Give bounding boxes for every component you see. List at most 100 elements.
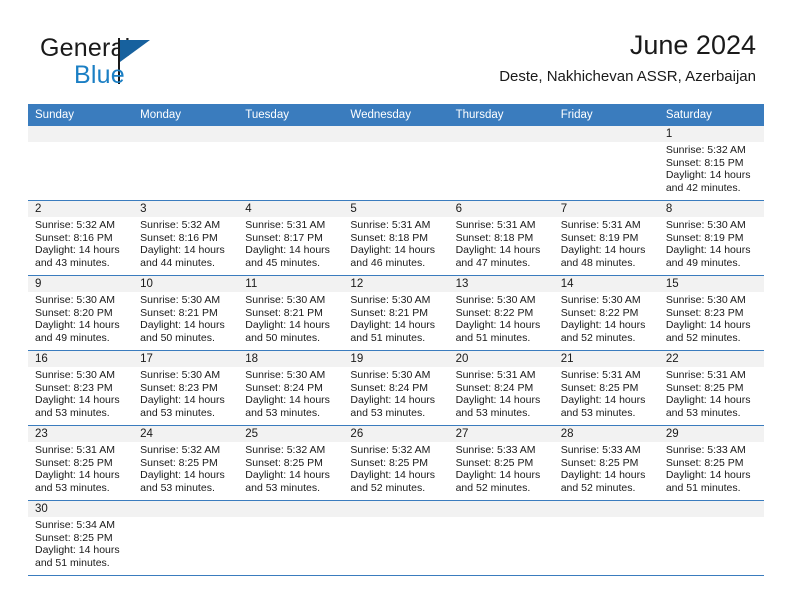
- day-cell-6[interactable]: 6 Sunrise: 5:31 AM Sunset: 8:18 PM Daylight…: [448, 201, 554, 275]
- daylight-text-line2: and 49 minutes.: [35, 331, 110, 344]
- day-cell-3[interactable]: 3 Sunrise: 5:32 AM Sunset: 8:16 PM Daylight…: [133, 201, 239, 275]
- daylight-text-line1: Daylight: 14 hours: [665, 169, 751, 182]
- day-cell-28[interactable]: 28 Sunrise: 5:33 AM Sunset: 8:25 PM Dayligh…: [553, 426, 659, 500]
- day-cell-15[interactable]: 15 Sunrise: 5:30 AM Sunset: 8:23 PM Dayligh…: [658, 276, 764, 350]
- daylight-text-line2: and 52 minutes.: [665, 331, 741, 344]
- day-number: [28, 126, 134, 142]
- calendar-week-row: 30 Sunrise: 5:34 AM Sunset: 8:25 PM Dayligh…: [28, 500, 764, 576]
- day-number: 19: [343, 351, 449, 367]
- sunset-text: Sunset: 8:21 PM: [350, 306, 429, 319]
- day-sun-info: Sunrise: 5:30 AM Sunset: 8:22 PM Daylight:…: [554, 292, 659, 348]
- day-cell-8[interactable]: 8 Sunrise: 5:30 AM Sunset: 8:19 PM Daylight…: [658, 201, 764, 275]
- daylight-text-line2: and 51 minutes.: [665, 481, 741, 494]
- sunrise-text: Sunrise: 5:30 AM: [665, 294, 746, 306]
- day-cell-empty: [658, 501, 764, 575]
- day-cell-2[interactable]: 2 Sunrise: 5:32 AM Sunset: 8:16 PM Daylight…: [28, 201, 134, 275]
- day-sun-info: Sunrise: 5:30 AM Sunset: 8:24 PM Daylight:…: [343, 367, 448, 423]
- sunrise-text: Sunrise: 5:31 AM: [350, 219, 431, 231]
- daylight-text-line2: and 48 minutes.: [560, 256, 636, 269]
- sunrise-text: Sunrise: 5:30 AM: [35, 294, 115, 306]
- sunset-text: Sunset: 8:25 PM: [245, 456, 323, 469]
- general-blue-logo[interactable]: General Blue: [40, 34, 260, 94]
- day-cell-16[interactable]: 16 Sunrise: 5:30 AM Sunset: 8:23 PM Dayligh…: [28, 351, 134, 425]
- day-cell-17[interactable]: 17 Sunrise: 5:30 AM Sunset: 8:23 PM Dayligh…: [133, 351, 239, 425]
- day-sun-info: Sunrise: 5:30 AM Sunset: 8:20 PM Daylight:…: [28, 292, 133, 348]
- day-cell-14[interactable]: 14 Sunrise: 5:30 AM Sunset: 8:22 PM Dayligh…: [553, 276, 659, 350]
- daylight-text-line1: Daylight: 14 hours: [35, 544, 120, 557]
- sunset-text: Sunset: 8:23 PM: [140, 381, 218, 394]
- day-number: [238, 126, 344, 142]
- sunrise-text: Sunrise: 5:30 AM: [350, 369, 431, 381]
- day-cell-21[interactable]: 21 Sunrise: 5:31 AM Sunset: 8:25 PM Dayligh…: [553, 351, 659, 425]
- sunrise-text: Sunrise: 5:33 AM: [665, 444, 746, 456]
- daylight-text-line2: and 53 minutes.: [665, 406, 741, 419]
- day-cell-19[interactable]: 19 Sunrise: 5:30 AM Sunset: 8:24 PM Dayligh…: [343, 351, 449, 425]
- day-cell-29[interactable]: 29 Sunrise: 5:33 AM Sunset: 8:25 PM Dayligh…: [658, 426, 764, 500]
- page-title: June 2024: [629, 30, 756, 60]
- daylight-text-line1: Daylight: 14 hours: [245, 469, 330, 482]
- day-sun-info: Sunrise: 5:33 AM Sunset: 8:25 PM Daylight:…: [449, 442, 554, 498]
- day-cell-empty: [448, 126, 554, 200]
- sunset-text: Sunset: 8:21 PM: [140, 306, 218, 319]
- day-cell-empty: [343, 126, 449, 200]
- daylight-text-line2: and 53 minutes.: [350, 406, 426, 419]
- day-number: 20: [448, 351, 554, 367]
- daylight-text-line1: Daylight: 14 hours: [455, 244, 541, 257]
- daylight-text-line2: and 51 minutes.: [350, 331, 426, 344]
- daylight-text-line1: Daylight: 14 hours: [350, 469, 436, 482]
- calendar-week-row: 9 Sunrise: 5:30 AM Sunset: 8:20 PM Daylight…: [28, 275, 764, 350]
- sunrise-text: Sunrise: 5:31 AM: [245, 219, 326, 231]
- sunset-text: Sunset: 8:21 PM: [245, 306, 323, 319]
- calendar-weeks: 1 Sunrise: 5:32 AM Sunset: 8:15 PM Daylight…: [28, 126, 764, 576]
- day-number: 24: [133, 426, 239, 442]
- daylight-text-line1: Daylight: 14 hours: [350, 244, 436, 257]
- daylight-text-line2: and 53 minutes.: [245, 406, 320, 419]
- day-cell-30[interactable]: 30 Sunrise: 5:34 AM Sunset: 8:25 PM Dayligh…: [28, 501, 134, 575]
- day-cell-20[interactable]: 20 Sunrise: 5:31 AM Sunset: 8:24 PM Dayligh…: [448, 351, 554, 425]
- sunrise-text: Sunrise: 5:30 AM: [245, 369, 326, 381]
- day-cell-7[interactable]: 7 Sunrise: 5:31 AM Sunset: 8:19 PM Daylight…: [553, 201, 659, 275]
- day-cell-10[interactable]: 10 Sunrise: 5:30 AM Sunset: 8:21 PM Dayligh…: [133, 276, 239, 350]
- day-cell-9[interactable]: 9 Sunrise: 5:30 AM Sunset: 8:20 PM Daylight…: [28, 276, 134, 350]
- day-cell-12[interactable]: 12 Sunrise: 5:30 AM Sunset: 8:21 PM Dayligh…: [343, 276, 449, 350]
- daylight-text-line1: Daylight: 14 hours: [665, 394, 751, 407]
- sunset-text: Sunset: 8:25 PM: [455, 456, 534, 469]
- day-cell-24[interactable]: 24 Sunrise: 5:32 AM Sunset: 8:25 PM Dayligh…: [133, 426, 239, 500]
- day-cell-27[interactable]: 27 Sunrise: 5:33 AM Sunset: 8:25 PM Dayligh…: [448, 426, 554, 500]
- sunset-text: Sunset: 8:25 PM: [560, 456, 639, 469]
- daylight-text-line1: Daylight: 14 hours: [140, 469, 225, 482]
- day-cell-1[interactable]: 1 Sunrise: 5:32 AM Sunset: 8:15 PM Daylight…: [658, 126, 764, 200]
- daylight-text-line1: Daylight: 14 hours: [350, 394, 436, 407]
- day-cell-13[interactable]: 13 Sunrise: 5:30 AM Sunset: 8:22 PM Dayligh…: [448, 276, 554, 350]
- sunset-text: Sunset: 8:25 PM: [665, 456, 744, 469]
- daylight-text-line2: and 53 minutes.: [140, 481, 215, 494]
- day-number: 14: [553, 276, 659, 292]
- day-sun-info: Sunrise: 5:30 AM Sunset: 8:23 PM Daylight:…: [133, 367, 238, 423]
- day-cell-5[interactable]: 5 Sunrise: 5:31 AM Sunset: 8:18 PM Daylight…: [343, 201, 449, 275]
- sunset-text: Sunset: 8:24 PM: [455, 381, 534, 394]
- daylight-text-line2: and 52 minutes.: [560, 331, 636, 344]
- day-cell-empty: [553, 126, 659, 200]
- day-cell-empty: [133, 501, 239, 575]
- daylight-text-line1: Daylight: 14 hours: [665, 469, 751, 482]
- calendar-week-row: 23 Sunrise: 5:31 AM Sunset: 8:25 PM Dayligh…: [28, 425, 764, 500]
- daylight-text-line1: Daylight: 14 hours: [560, 394, 646, 407]
- daylight-text-line2: and 50 minutes.: [140, 331, 215, 344]
- day-number: 9: [28, 276, 134, 292]
- day-cell-25[interactable]: 25 Sunrise: 5:32 AM Sunset: 8:25 PM Dayligh…: [238, 426, 344, 500]
- weekday-header-tuesday: Tuesday: [245, 109, 289, 121]
- daylight-text-line2: and 51 minutes.: [455, 331, 531, 344]
- day-cell-empty: [238, 501, 344, 575]
- day-cell-26[interactable]: 26 Sunrise: 5:32 AM Sunset: 8:25 PM Dayligh…: [343, 426, 449, 500]
- logo-flag-icon: [120, 40, 150, 62]
- day-cell-22[interactable]: 22 Sunrise: 5:31 AM Sunset: 8:25 PM Dayligh…: [658, 351, 764, 425]
- daylight-text-line1: Daylight: 14 hours: [455, 469, 541, 482]
- day-sun-info: Sunrise: 5:30 AM Sunset: 8:21 PM Daylight:…: [133, 292, 238, 348]
- day-cell-11[interactable]: 11 Sunrise: 5:30 AM Sunset: 8:21 PM Dayligh…: [238, 276, 344, 350]
- day-cell-23[interactable]: 23 Sunrise: 5:31 AM Sunset: 8:25 PM Dayligh…: [28, 426, 134, 500]
- day-sun-info: Sunrise: 5:31 AM Sunset: 8:25 PM Daylight:…: [554, 367, 659, 423]
- day-number: 25: [238, 426, 344, 442]
- weekday-header-saturday: Saturday: [665, 109, 712, 121]
- day-cell-18[interactable]: 18 Sunrise: 5:30 AM Sunset: 8:24 PM Dayligh…: [238, 351, 344, 425]
- day-cell-4[interactable]: 4 Sunrise: 5:31 AM Sunset: 8:17 PM Daylight…: [238, 201, 344, 275]
